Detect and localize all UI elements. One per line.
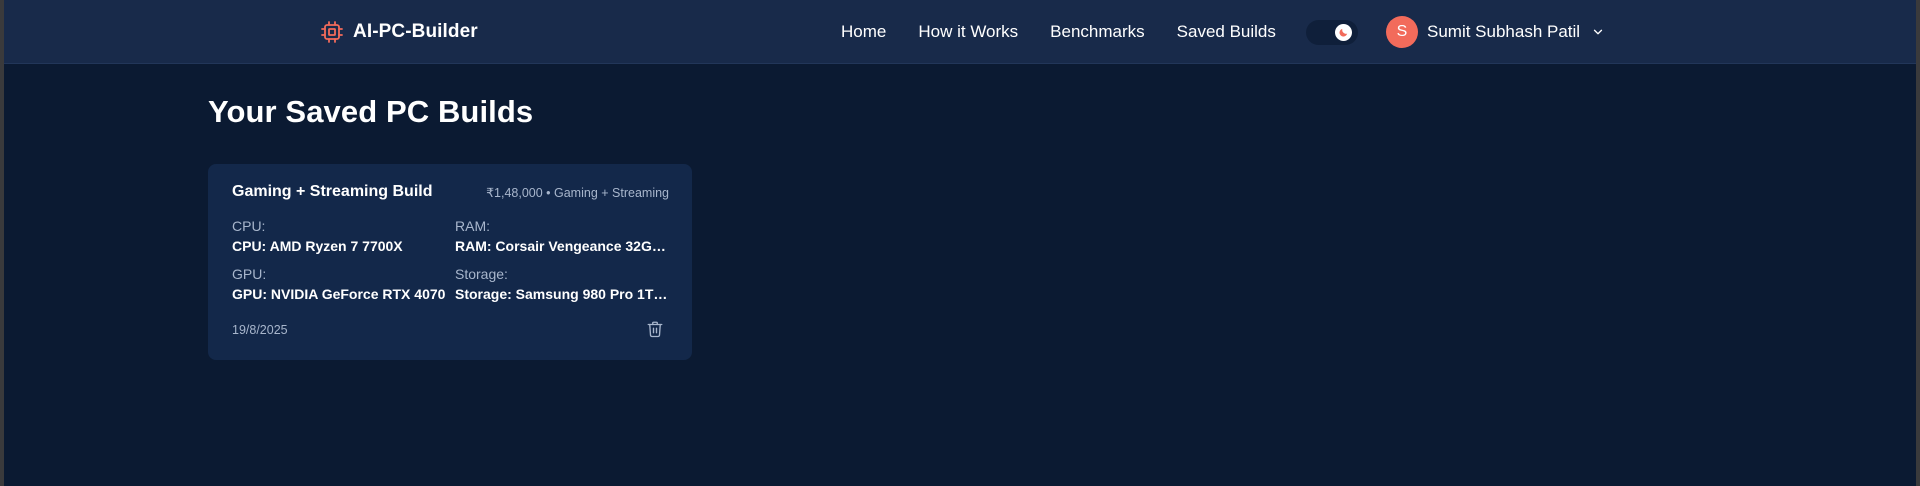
theme-toggle[interactable] xyxy=(1306,20,1358,45)
app-window: AI-PC-Builder Home How it Works Benchmar… xyxy=(4,0,1916,486)
cpu-label: CPU: xyxy=(232,218,266,234)
page-title: Your Saved PC Builds xyxy=(208,94,534,129)
cpu-value: CPU: AMD Ryzen 7 7700X xyxy=(232,238,403,254)
nav-link-how-it-works[interactable]: How it Works xyxy=(918,22,1018,42)
user-menu[interactable]: S Sumit Subhash Patil xyxy=(1386,16,1605,48)
moon-icon xyxy=(1339,28,1348,37)
nav-link-home[interactable]: Home xyxy=(841,22,886,42)
gpu-label: GPU: xyxy=(232,266,267,282)
storage-label: Storage: xyxy=(455,266,508,282)
nav-link-benchmarks[interactable]: Benchmarks xyxy=(1050,22,1144,42)
cpu-chip-icon xyxy=(321,21,343,43)
top-navbar: AI-PC-Builder Home How it Works Benchmar… xyxy=(4,0,1916,64)
delete-build-button[interactable] xyxy=(645,319,665,339)
brand-name: AI-PC-Builder xyxy=(353,21,478,42)
nav-link-saved-builds[interactable]: Saved Builds xyxy=(1177,22,1276,42)
trash-icon xyxy=(647,321,663,338)
ram-label: RAM: xyxy=(455,218,490,234)
gpu-value: GPU: NVIDIA GeForce RTX 4070 xyxy=(232,286,446,302)
toggle-knob xyxy=(1335,24,1352,41)
ram-value: RAM: Corsair Vengeance 32GB DDR5 xyxy=(455,238,671,254)
build-meta: ₹1,48,000 • Gaming + Streaming xyxy=(486,186,669,200)
main-nav: Home How it Works Benchmarks Saved Build… xyxy=(841,20,1276,44)
build-title: Gaming + Streaming Build xyxy=(232,183,433,200)
chevron-down-icon xyxy=(1593,29,1603,35)
avatar: S xyxy=(1386,16,1418,48)
brand-logo[interactable]: AI-PC-Builder xyxy=(320,18,478,46)
storage-value: Storage: Samsung 980 Pro 1TB NVMe xyxy=(455,286,671,302)
build-card[interactable]: Gaming + Streaming Build ₹1,48,000 • Gam… xyxy=(208,164,692,360)
build-date: 19/8/2025 xyxy=(232,323,288,337)
user-name: Sumit Subhash Patil xyxy=(1427,22,1581,41)
